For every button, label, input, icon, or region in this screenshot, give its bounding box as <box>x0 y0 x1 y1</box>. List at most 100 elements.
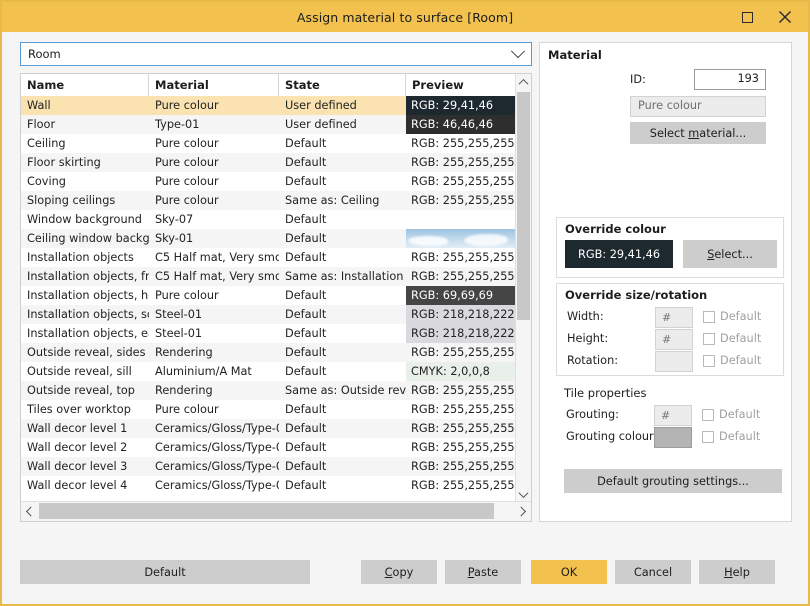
grouting-colour-default-checkbox[interactable]: Default <box>702 430 760 443</box>
checkbox-icon <box>703 311 715 323</box>
material-name-display: Pure colour <box>630 96 766 117</box>
table-row[interactable]: Installation objects, screSteel-01Defaul… <box>21 305 516 324</box>
cell-name: Floor <box>21 115 149 134</box>
scroll-right-button[interactable] <box>514 502 531 520</box>
scroll-left-button[interactable] <box>21 502 38 520</box>
cell-material: Pure colour <box>149 286 279 305</box>
help-button-label: Help <box>724 566 750 579</box>
cell-preview: RGB: 218,218,222 <box>406 305 516 324</box>
cell-preview: RGB: 255,255,255 <box>406 457 516 476</box>
vertical-scrollbar-thumb[interactable] <box>517 92 530 320</box>
surface-table: Name Material State Preview WallPure col… <box>20 73 532 522</box>
cancel-button[interactable]: Cancel <box>615 560 691 584</box>
close-button[interactable] <box>766 2 804 32</box>
table-row[interactable]: Outside reveal, topRenderingSame as: Out… <box>21 381 516 400</box>
maximize-button[interactable] <box>728 2 766 32</box>
cell-name: Ceiling window backgrou <box>21 229 149 248</box>
table-row[interactable]: Wall decor level 3Ceramics/Gloss/Type-03… <box>21 457 516 476</box>
table-row[interactable]: Tiles over worktopPure colourDefaultRGB:… <box>21 400 516 419</box>
override-size-group: Override size/rotation Width: # Default … <box>556 283 784 376</box>
table-row[interactable]: Wall decor level 2Ceramics/Gloss/Type-03… <box>21 438 516 457</box>
width-default-checkbox[interactable]: Default <box>703 310 761 323</box>
chevron-down-icon <box>505 43 531 65</box>
table-row[interactable]: Outside reveal, sillAluminium/A MatDefau… <box>21 362 516 381</box>
cell-state: User defined <box>279 96 406 115</box>
table-rows: WallPure colourUser definedRGB: 29,41,46… <box>21 96 516 502</box>
cell-name: Installation objects, hole <box>21 286 149 305</box>
ok-button[interactable]: OK <box>531 560 607 584</box>
table-row[interactable]: Wall decor level 4Ceramics/Gloss/Type-03… <box>21 476 516 495</box>
cell-material: Pure colour <box>149 153 279 172</box>
grouting-default-checkbox[interactable]: Default <box>702 408 760 421</box>
cell-material: Steel-01 <box>149 324 279 343</box>
cell-preview: RGB: 255,255,255 <box>406 400 516 419</box>
override-colour-swatch[interactable]: RGB: 29,41,46 <box>565 240 673 268</box>
checkbox-icon <box>703 355 715 367</box>
height-input[interactable]: # <box>655 329 693 350</box>
cell-state: Default <box>279 419 406 438</box>
grouting-input[interactable]: # <box>654 405 692 426</box>
material-id-label: ID: <box>630 71 646 89</box>
horizontal-scrollbar-thumb[interactable] <box>39 503 494 519</box>
column-header-preview[interactable]: Preview <box>406 74 516 96</box>
rotation-default-checkbox[interactable]: Default <box>703 354 761 367</box>
scroll-up-button[interactable] <box>516 74 531 90</box>
table-row[interactable]: Installation objects, holePure colourDef… <box>21 286 516 305</box>
column-header-state[interactable]: State <box>279 74 406 96</box>
cell-material: Sky-07 <box>149 210 279 229</box>
table-row[interactable]: Wall decor level 1Ceramics/Gloss/Type-03… <box>21 419 516 438</box>
height-label: Height: <box>567 330 608 348</box>
material-id-input[interactable]: 193 <box>694 69 766 90</box>
help-button[interactable]: Help <box>699 560 775 584</box>
cell-state: Default <box>279 400 406 419</box>
height-default-checkbox[interactable]: Default <box>703 332 761 345</box>
cell-state: Default <box>279 229 406 248</box>
material-group-title: Material <box>548 48 602 62</box>
table-row[interactable]: Floor skirtingPure colourDefaultRGB: 255… <box>21 153 516 172</box>
column-header-material[interactable]: Material <box>149 74 279 96</box>
width-input[interactable]: # <box>655 307 693 328</box>
select-material-button[interactable]: Select material... <box>630 122 766 144</box>
override-colour-select-button[interactable]: Select... <box>683 240 777 268</box>
cell-material: Rendering <box>149 343 279 362</box>
cell-preview-sky-thumbnail <box>406 229 516 248</box>
copy-button[interactable]: Copy <box>361 560 437 584</box>
override-size-title: Override size/rotation <box>565 288 707 302</box>
cell-name: Floor skirting <box>21 153 149 172</box>
cell-state: Same as: Ceiling <box>279 191 406 210</box>
table-row[interactable]: Outside reveal, sidesRenderingDefaultRGB… <box>21 343 516 362</box>
tile-properties-title: Tile properties <box>564 386 646 400</box>
table-row[interactable]: WallPure colourUser definedRGB: 29,41,46 <box>21 96 516 115</box>
rotation-input[interactable] <box>655 351 693 372</box>
cell-material: Sky-01 <box>149 229 279 248</box>
table-row[interactable]: Window backgroundSky-07Default <box>21 210 516 229</box>
cell-state: User defined <box>279 115 406 134</box>
scroll-down-button[interactable] <box>516 486 531 502</box>
cell-state: Default <box>279 476 406 495</box>
cell-preview: RGB: 255,255,255 <box>406 267 516 286</box>
paste-button[interactable]: Paste <box>445 560 521 584</box>
table-row[interactable]: Installation objects, eartlSteel-01Defau… <box>21 324 516 343</box>
default-grouting-settings-button[interactable]: Default grouting settings... <box>564 469 782 493</box>
table-row[interactable]: CovingPure colourDefaultRGB: 255,255,255 <box>21 172 516 191</box>
caret-right-icon <box>516 506 526 516</box>
table-row[interactable]: Sloping ceilingsPure colourSame as: Ceil… <box>21 191 516 210</box>
table-row[interactable]: Installation objects, framC5 Half mat, V… <box>21 267 516 286</box>
table-row[interactable]: FloorType-01User definedRGB: 46,46,46 <box>21 115 516 134</box>
vertical-scrollbar[interactable] <box>515 74 531 502</box>
default-grouting-settings-label: Default grouting settings... <box>597 475 749 488</box>
cell-preview <box>406 210 516 229</box>
table-row[interactable]: Installation objectsC5 Half mat, Very sm… <box>21 248 516 267</box>
caret-down-icon <box>519 488 529 498</box>
grouting-colour-swatch[interactable] <box>654 427 692 448</box>
cell-material: Rendering <box>149 381 279 400</box>
cell-state: Default <box>279 134 406 153</box>
horizontal-scrollbar[interactable] <box>21 501 531 521</box>
cell-material: C5 Half mat, Very smoot <box>149 267 279 286</box>
surface-select[interactable]: Room <box>20 42 532 66</box>
table-row[interactable]: Ceiling window backgrouSky-01Default <box>21 229 516 248</box>
column-header-name[interactable]: Name <box>21 74 149 96</box>
default-button[interactable]: Default <box>20 560 310 584</box>
copy-button-label: Copy <box>385 566 414 579</box>
table-row[interactable]: CeilingPure colourDefaultRGB: 255,255,25… <box>21 134 516 153</box>
